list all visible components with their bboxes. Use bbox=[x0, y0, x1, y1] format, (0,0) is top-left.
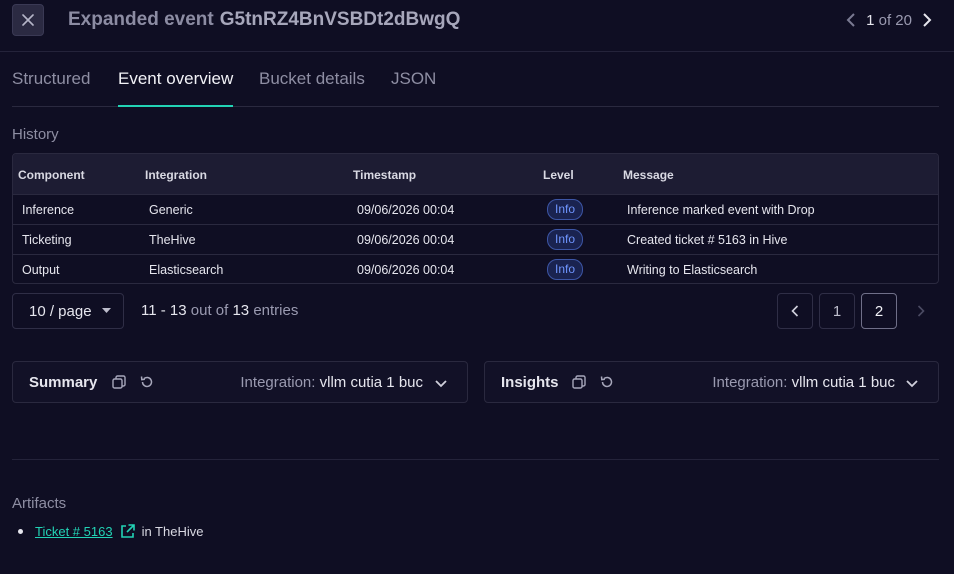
bullet bbox=[18, 529, 23, 534]
cell-integration: TheHive bbox=[149, 233, 196, 247]
pager-current: 1 bbox=[866, 11, 875, 29]
prev-page-button[interactable] bbox=[777, 293, 813, 329]
cell-message: Inference marked event with Drop bbox=[627, 203, 815, 217]
chevron-left-icon bbox=[791, 305, 799, 317]
tab-bucket-details[interactable]: Bucket details bbox=[259, 69, 365, 105]
summary-integration-value: vllm cutia 1 buc bbox=[319, 374, 423, 391]
column-header-message[interactable]: Message bbox=[623, 168, 674, 182]
cell-message: Writing to Elasticsearch bbox=[627, 263, 758, 277]
chevron-left-icon[interactable] bbox=[846, 13, 856, 27]
insights-integration[interactable]: Integration: vllm cutia 1 buc bbox=[712, 374, 895, 391]
tab-event-overview[interactable]: Event overview bbox=[118, 69, 234, 107]
modal-header: Expanded event G5tnRZ4BnVSBDt2dBwgQ 1 of … bbox=[0, 0, 954, 52]
history-table: Component Integration Timestamp Level Me… bbox=[12, 153, 939, 284]
list-item: Ticket # 5163 in TheHive bbox=[18, 523, 203, 540]
next-page-button[interactable] bbox=[903, 293, 939, 329]
title-text: Expanded event bbox=[68, 9, 214, 30]
event-pager: 1 of 20 bbox=[846, 8, 932, 32]
insights-title: Insights bbox=[501, 374, 559, 391]
artifact-suffix: in TheHive bbox=[141, 524, 204, 539]
page-button-1[interactable]: 1 bbox=[819, 293, 855, 329]
summary-panel[interactable]: Summary Integration: vllm cutia 1 buc bbox=[12, 361, 468, 403]
insights-integration-label: Integration: bbox=[712, 374, 788, 391]
column-header-component[interactable]: Component bbox=[18, 168, 85, 182]
cell-component: Output bbox=[22, 263, 60, 277]
cell-timestamp: 09/06/2026 00:04 bbox=[357, 233, 455, 247]
cell-component: Ticketing bbox=[22, 233, 72, 247]
page-button-2[interactable]: 2 bbox=[861, 293, 897, 329]
table-header: Component Integration Timestamp Level Me… bbox=[13, 154, 938, 194]
refresh-icon[interactable] bbox=[139, 374, 155, 390]
entries-out-of: out of bbox=[190, 302, 229, 319]
cell-integration: Generic bbox=[149, 203, 193, 217]
chevron-down-icon[interactable] bbox=[433, 376, 449, 392]
cell-timestamp: 09/06/2026 00:04 bbox=[357, 263, 455, 277]
cell-message: Created ticket # 5163 in Hive bbox=[627, 233, 788, 247]
divider bbox=[12, 459, 939, 460]
caret-down-icon bbox=[101, 308, 111, 313]
page-title: Expanded event G5tnRZ4BnVSBDt2dBwgQ bbox=[68, 9, 460, 31]
chevron-down-icon[interactable] bbox=[904, 376, 920, 392]
table-row[interactable]: Inference Generic 09/06/2026 00:04 Info … bbox=[13, 194, 938, 224]
summary-integration[interactable]: Integration: vllm cutia 1 buc bbox=[240, 374, 423, 391]
copy-icon[interactable] bbox=[111, 374, 127, 390]
column-header-integration[interactable]: Integration bbox=[145, 168, 207, 182]
close-icon bbox=[22, 14, 34, 26]
column-header-timestamp[interactable]: Timestamp bbox=[353, 168, 416, 182]
artifacts-label: Artifacts bbox=[12, 495, 67, 512]
cell-component: Inference bbox=[22, 203, 75, 217]
summary-title: Summary bbox=[29, 374, 98, 391]
summary-integration-label: Integration: bbox=[240, 374, 316, 391]
page-size-value: 10 / page bbox=[29, 302, 92, 320]
cell-integration: Elasticsearch bbox=[149, 263, 224, 277]
tab-bar: Structured Event overview Bucket details… bbox=[12, 52, 939, 107]
event-id: G5tnRZ4BnVSBDt2dBwgQ bbox=[219, 9, 461, 30]
external-link-icon[interactable] bbox=[119, 523, 136, 540]
entries-count: 11 - 13 out of 13 entries bbox=[141, 302, 298, 319]
insights-integration-value: vllm cutia 1 buc bbox=[791, 374, 895, 391]
entries-word: entries bbox=[253, 302, 299, 319]
pager-total: of 20 bbox=[878, 11, 912, 29]
table-row[interactable]: Output Elasticsearch 09/06/2026 00:04 In… bbox=[13, 254, 938, 283]
tab-structured[interactable]: Structured bbox=[12, 69, 90, 105]
refresh-icon[interactable] bbox=[599, 374, 615, 390]
close-button[interactable] bbox=[12, 4, 44, 36]
chevron-right-icon bbox=[917, 305, 925, 317]
page-size-select[interactable]: 10 / page bbox=[12, 293, 124, 329]
cell-timestamp: 09/06/2026 00:04 bbox=[357, 203, 455, 217]
entries-total: 13 bbox=[232, 302, 250, 319]
level-badge: Info bbox=[547, 259, 584, 280]
table-row[interactable]: Ticketing TheHive 09/06/2026 00:04 Info … bbox=[13, 224, 938, 254]
chevron-right-icon[interactable] bbox=[922, 13, 932, 27]
tab-json[interactable]: JSON bbox=[391, 69, 436, 105]
insights-panel[interactable]: Insights Integration: vllm cutia 1 buc bbox=[484, 361, 939, 403]
level-badge: Info bbox=[547, 199, 584, 220]
ticket-link[interactable]: Ticket # 5163 bbox=[35, 524, 113, 539]
column-header-level[interactable]: Level bbox=[543, 168, 574, 182]
level-badge: Info bbox=[547, 229, 584, 250]
history-label: History bbox=[12, 126, 59, 143]
entries-range: 11 - 13 bbox=[141, 302, 187, 319]
copy-icon[interactable] bbox=[571, 374, 587, 390]
